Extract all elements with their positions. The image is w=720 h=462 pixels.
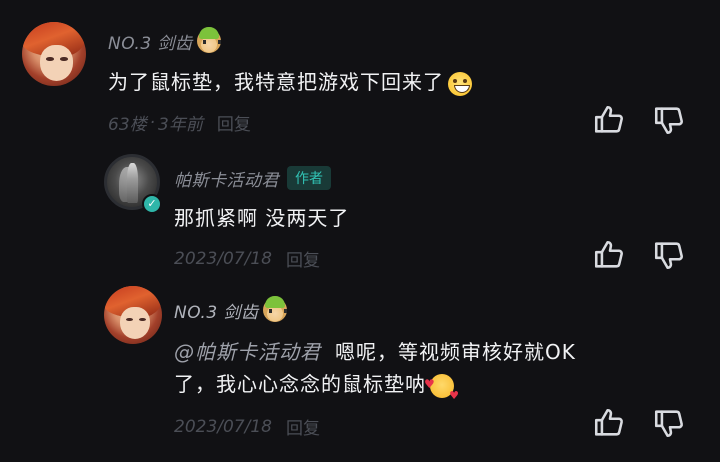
reply-button[interactable]: 回复 <box>286 414 320 439</box>
grinning-emoji-icon <box>448 71 472 96</box>
meta-separator: · <box>149 112 156 133</box>
elf-emoji-icon <box>196 27 221 53</box>
reply-button[interactable]: 回复 <box>217 110 251 135</box>
avatar[interactable] <box>104 286 162 344</box>
avatar[interactable] <box>22 22 86 86</box>
username[interactable]: NO.3 剑齿 <box>108 29 193 54</box>
timestamp: 3年前 <box>158 115 203 135</box>
comment-item: NO.3 剑齿 为了鼠标垫，我特意把游戏下回来了 63楼 · 3年前 回复 <box>0 0 720 150</box>
reply-item: ✓ 帕斯卡活动君 作者 那抓紧啊 没两天了 2023/07/18 回复 <box>0 150 720 280</box>
comment-meta: 63楼 · 3年前 回复 <box>108 110 251 136</box>
reply-meta: 2023/07/18 回复 <box>174 414 320 440</box>
dislike-button[interactable] <box>652 406 686 440</box>
thumbs-up-icon <box>594 408 623 436</box>
reply-button[interactable]: 回复 <box>286 246 320 271</box>
elf-emoji-icon <box>262 296 287 322</box>
thumbs-down-icon <box>654 107 683 135</box>
smiling-hearts-emoji-icon <box>424 368 460 412</box>
username[interactable]: NO.3 剑齿 <box>174 298 259 323</box>
reply-text: @帕斯卡活动君 嗯呢，等视频审核好就OK 了，我心心念念的鼠标垫呐 <box>174 336 674 412</box>
comment-thread: NO.3 剑齿 为了鼠标垫，我特意把游戏下回来了 63楼 · 3年前 回复 ✓ … <box>0 0 720 462</box>
like-button[interactable] <box>592 103 626 137</box>
username[interactable]: 帕斯卡活动君 <box>174 166 279 191</box>
thumbs-down-icon <box>654 410 683 438</box>
like-button[interactable] <box>592 238 626 272</box>
author-badge: 作者 <box>287 166 331 190</box>
reply-text: 那抓紧啊 没两天了 <box>174 206 350 230</box>
verified-badge-icon: ✓ <box>142 194 162 214</box>
dislike-button[interactable] <box>652 238 686 272</box>
like-button[interactable] <box>592 406 626 440</box>
reply-meta: 2023/07/18 回复 <box>174 246 320 272</box>
thumbs-down-icon <box>654 242 683 270</box>
dislike-button[interactable] <box>652 103 686 137</box>
thumbs-up-icon <box>594 105 623 133</box>
timestamp: 2023/07/18 <box>174 416 272 437</box>
mention-link[interactable]: @帕斯卡活动君 <box>174 340 321 364</box>
floor-number: 63楼 <box>108 115 147 135</box>
comment-text: 为了鼠标垫，我特意把游戏下回来了 <box>108 66 472 98</box>
reply-item: NO.3 剑齿 @帕斯卡活动君 嗯呢，等视频审核好就OK 了，我心心念念的鼠标垫呐… <box>0 280 720 462</box>
timestamp: 2023/07/18 <box>174 248 272 269</box>
thumbs-up-icon <box>594 240 623 268</box>
